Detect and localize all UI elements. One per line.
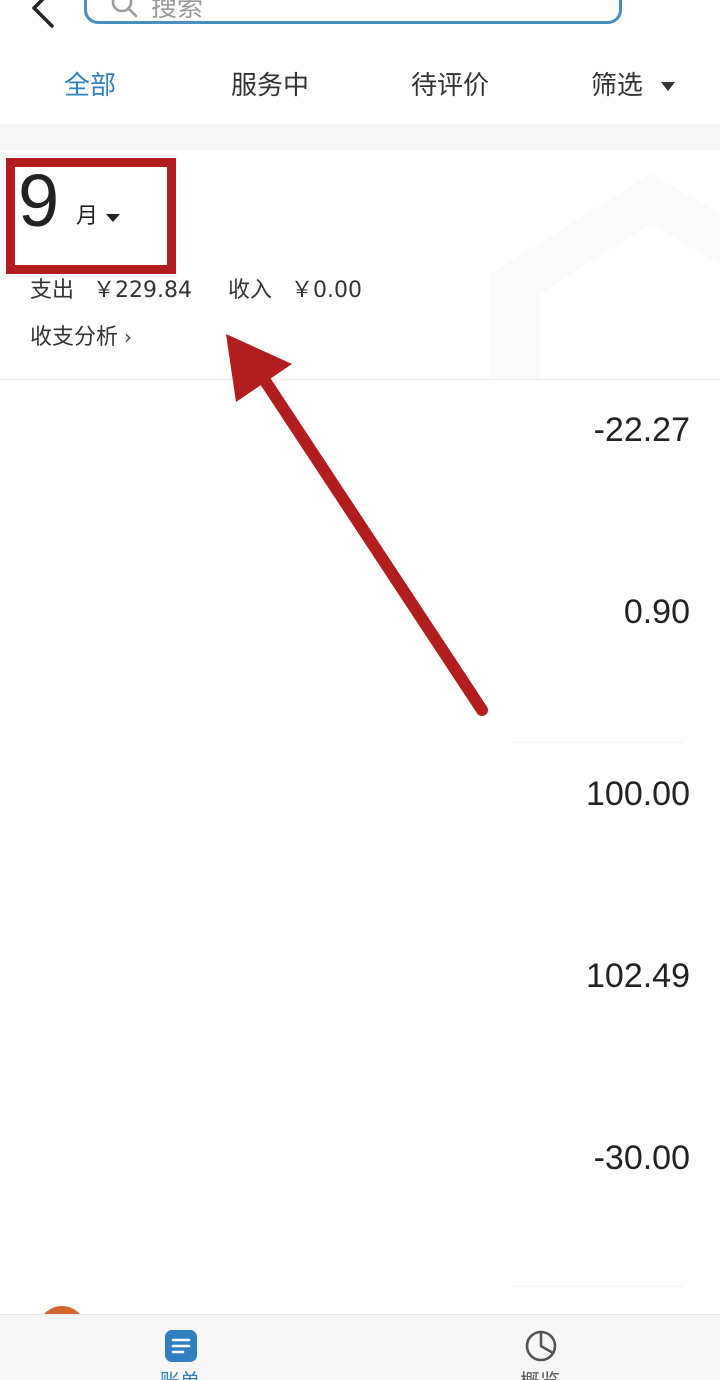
month-stats: 支出 ￥229.84 收入 ￥0.00 [30, 276, 362, 306]
search-input[interactable]: 搜索 [84, 0, 622, 24]
tab-in-service[interactable]: 服务中 [210, 66, 330, 106]
back-button[interactable] [22, 0, 62, 28]
transaction-amount: 0.90 [623, 593, 690, 631]
search-icon [111, 0, 138, 18]
transaction-amount: -30.00 [593, 1139, 690, 1177]
pie-chart-icon [525, 1330, 557, 1362]
search-placeholder: 搜索 [151, 0, 204, 23]
chevron-right-icon: › [124, 325, 133, 349]
list-item[interactable]: 100.00 [0, 744, 720, 926]
tab-all[interactable]: 全部 [40, 66, 140, 106]
tab-pending-review[interactable]: 待评价 [390, 66, 510, 106]
nav-bill-label: 账单 [120, 1369, 240, 1380]
watermark-shape [490, 174, 720, 379]
list-item[interactable]: 102.49 [0, 926, 720, 1108]
month-unit: 月 [76, 204, 99, 229]
filter-label: 筛选 [590, 71, 643, 101]
back-arrow-icon [32, 0, 54, 28]
caret-down-icon [661, 82, 676, 91]
list-item[interactable]: -22.27 [0, 380, 720, 562]
nav-overview[interactable]: 概览 [480, 1315, 600, 1380]
list-item[interactable]: 0.90 [0, 562, 720, 744]
transaction-amount: -22.27 [593, 411, 690, 449]
tab-filter[interactable]: 筛选 [578, 66, 688, 106]
top-bar: 搜索 [0, 0, 720, 40]
divider [512, 1286, 682, 1287]
income-label: 收入 [228, 278, 273, 303]
transaction-amount: 102.49 [586, 957, 690, 995]
analysis-link[interactable]: 收支分析 › [30, 322, 132, 352]
expense-value: ￥229.84 [93, 278, 192, 303]
transaction-amount: 100.00 [586, 775, 690, 813]
list-item[interactable]: -30.00 [0, 1108, 720, 1290]
income-value: ￥0.00 [291, 278, 363, 303]
bottom-nav: 账单 概览 [0, 1314, 720, 1380]
bill-icon [165, 1330, 197, 1362]
filter-tabs: 全部 服务中 待评价 筛选 [0, 52, 720, 120]
month-number: 9 [18, 159, 60, 242]
section-gap [0, 124, 720, 150]
nav-bill[interactable]: 账单 [120, 1315, 240, 1380]
month-summary: 9 月 支出 ￥229.84 收入 ￥0.00 收支分析 › [0, 150, 720, 380]
divider [512, 742, 682, 743]
analysis-label: 收支分析 [30, 325, 119, 350]
caret-down-icon [106, 214, 120, 222]
transaction-list: -22.27 0.90 100.00 102.49 -30.00 [0, 380, 720, 1315]
nav-overview-label: 概览 [480, 1369, 600, 1380]
expense-label: 支出 [30, 278, 75, 303]
